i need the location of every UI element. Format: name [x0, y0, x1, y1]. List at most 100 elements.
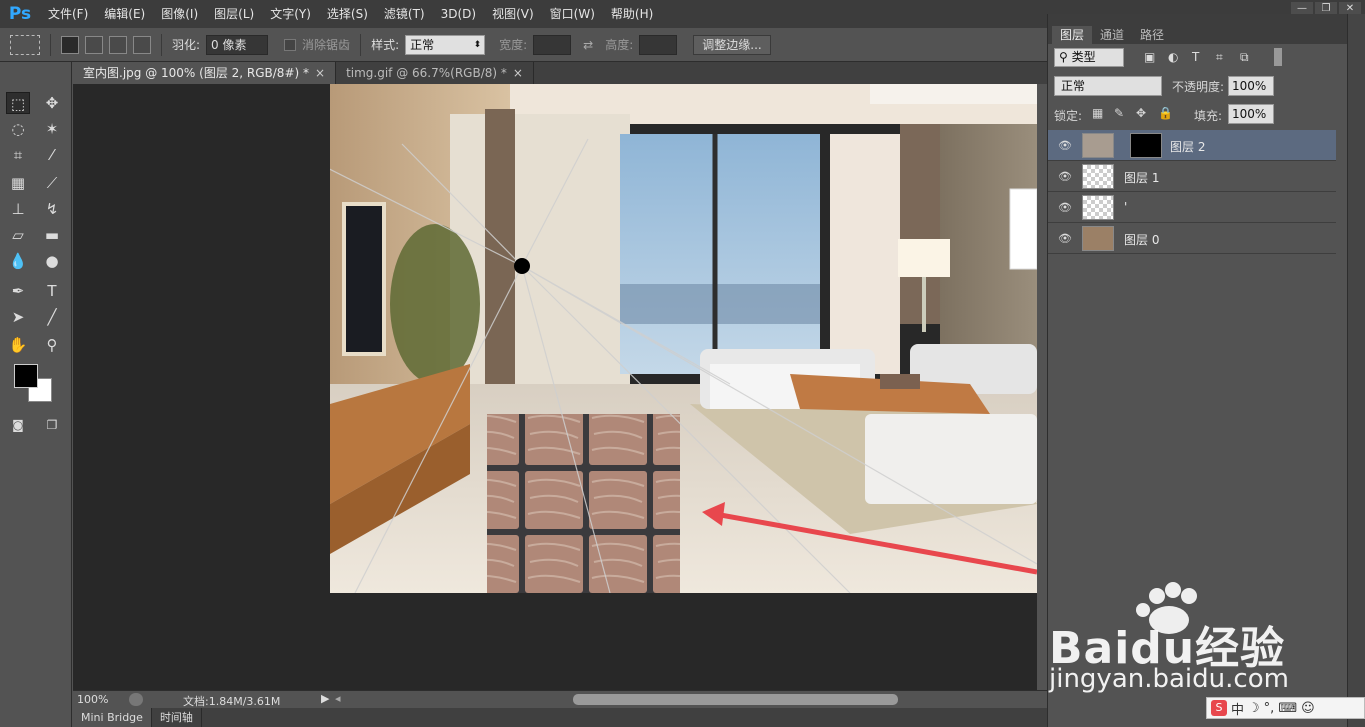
history-brush-tool-icon[interactable]: ↯ [40, 198, 64, 220]
close-icon[interactable]: × [513, 66, 523, 80]
status-menu-arrow-icon[interactable]: ▶ [321, 692, 331, 705]
crop-tool-icon[interactable]: ⌗ [6, 144, 30, 166]
tab-timeline[interactable]: 时间轴 [152, 708, 202, 727]
zoom-tool-icon[interactable]: ⚲ [40, 334, 64, 356]
style-select[interactable]: 正常 ⬍ [405, 34, 486, 55]
layer-row[interactable]: 👁 ' [1048, 192, 1336, 223]
visibility-eye-icon[interactable]: 👁 [1058, 139, 1072, 152]
quick-mask-icon[interactable]: ◙ [6, 414, 30, 436]
tab-layers[interactable]: 图层 [1052, 26, 1093, 44]
type-tool-icon[interactable]: T [40, 280, 64, 302]
layer-mask-thumbnail[interactable] [1130, 133, 1162, 158]
path-selection-tool-icon[interactable]: ➤ [6, 306, 30, 328]
line-tool-icon[interactable]: ╱ [40, 306, 64, 328]
height-label: 高度: [605, 38, 634, 52]
menu-filter[interactable]: 滤镜(T) [376, 0, 433, 28]
visibility-eye-icon[interactable]: 👁 [1058, 170, 1072, 183]
layer-row[interactable]: 👁 图层 0 [1048, 223, 1336, 254]
chevron-updown-icon: ⬍ [473, 39, 482, 50]
antialias-checkbox[interactable] [284, 38, 297, 51]
fill-input[interactable]: 100% [1228, 104, 1274, 124]
magic-wand-tool-icon[interactable]: ✶ [40, 118, 64, 140]
swap-icon[interactable]: ⇄ [583, 38, 593, 52]
blur-tool-icon[interactable]: 💧 [6, 250, 30, 272]
menu-type[interactable]: 文字(Y) [262, 0, 319, 28]
eraser-tool-icon[interactable]: ▱ [6, 224, 30, 246]
layer-name[interactable]: 图层 0 [1124, 231, 1159, 248]
tab-paths[interactable]: 路径 [1132, 26, 1172, 44]
menu-window[interactable]: 窗口(W) [542, 0, 603, 28]
layer-filter-select[interactable]: ⚲ 类型 [1054, 48, 1124, 67]
tab-timg-gif[interactable]: timg.gif @ 66.7%(RGB/8) * × [336, 62, 534, 84]
visibility-eye-icon[interactable]: 👁 [1058, 201, 1072, 214]
tab-interior-image[interactable]: 室内图.jpg @ 100% (图层 2, RGB/8#) * × [73, 62, 337, 84]
marquee-tool-icon[interactable]: ⬚ [6, 92, 30, 114]
filter-shape-icon[interactable]: ⌗ [1216, 50, 1223, 65]
gradient-tool-icon[interactable]: ▬ [40, 224, 64, 246]
pen-tool-icon[interactable]: ✒ [6, 280, 30, 302]
layer-name[interactable]: 图层 1 [1124, 169, 1159, 186]
eyedropper-tool-icon[interactable]: ⁄ [40, 144, 64, 166]
dodge-tool-icon[interactable]: ● [40, 250, 64, 272]
height-input[interactable] [639, 34, 678, 55]
punctuation-icon[interactable]: °, [1264, 701, 1275, 716]
subtract-selection-icon[interactable] [109, 35, 127, 54]
menu-view[interactable]: 视图(V) [484, 0, 542, 28]
brush-tool-icon[interactable]: ⟋ [40, 172, 64, 194]
layer-row[interactable]: 👁 图层 2 [1048, 130, 1336, 161]
marquee-preset-icon[interactable] [10, 34, 40, 55]
intersect-selection-icon[interactable] [133, 35, 151, 54]
layer-name[interactable]: 图层 2 [1170, 138, 1205, 155]
layer-row[interactable]: 👁 图层 1 [1048, 161, 1336, 192]
menu-layer[interactable]: 图层(L) [206, 0, 262, 28]
menu-edit[interactable]: 编辑(E) [96, 0, 153, 28]
sogou-icon[interactable]: S [1211, 700, 1227, 716]
lock-position-icon[interactable]: ✥ [1136, 106, 1146, 120]
filter-type-icon[interactable]: T [1192, 50, 1199, 64]
moon-icon[interactable]: ☽ [1248, 701, 1260, 716]
lock-all-icon[interactable]: 🔒 [1158, 106, 1173, 120]
filter-toggle[interactable] [1274, 48, 1282, 66]
move-tool-icon[interactable]: ✥ [40, 92, 64, 114]
ime-language-label[interactable]: 中 [1231, 699, 1244, 718]
scroll-left-icon[interactable]: ◂ [335, 692, 341, 705]
menu-help[interactable]: 帮助(H) [603, 0, 661, 28]
opacity-input[interactable]: 100% [1228, 76, 1274, 96]
hand-tool-icon[interactable]: ✋ [6, 334, 30, 356]
zoom-level[interactable]: 100% [77, 693, 108, 706]
tab-mini-bridge[interactable]: Mini Bridge [73, 708, 152, 727]
filter-adjustment-icon[interactable]: ◐ [1168, 50, 1178, 64]
filter-value: 类型 [1071, 50, 1096, 64]
add-selection-icon[interactable] [85, 35, 103, 54]
blend-mode-select[interactable]: 正常 [1054, 76, 1162, 96]
menu-image[interactable]: 图像(I) [153, 0, 206, 28]
user-icon[interactable]: ☺ [1301, 701, 1315, 716]
refine-edge-button[interactable]: 调整边缘... [693, 34, 771, 55]
foreground-color-swatch-front[interactable] [14, 364, 38, 388]
layer-name[interactable]: ' [1124, 200, 1127, 214]
menu-file[interactable]: 文件(F) [40, 0, 96, 28]
menu-select[interactable]: 选择(S) [319, 0, 376, 28]
keyboard-icon[interactable]: ⌨ [1278, 701, 1297, 716]
filter-smart-object-icon[interactable]: ⧉ [1240, 50, 1249, 65]
status-info-icon[interactable] [129, 693, 143, 706]
width-input[interactable] [533, 34, 572, 55]
horizontal-scrollbar[interactable] [573, 694, 898, 705]
document-image[interactable] [330, 84, 1037, 593]
feather-input[interactable] [206, 34, 269, 55]
lock-pixels-icon[interactable]: ✎ [1114, 106, 1124, 120]
layers-panel-tabs: 图层 通道 路径 [1048, 14, 1347, 44]
visibility-eye-icon[interactable]: 👁 [1058, 232, 1072, 245]
filter-pixel-icon[interactable]: ▣ [1144, 50, 1155, 64]
lock-transparent-icon[interactable]: ▦ [1092, 106, 1103, 120]
new-selection-icon[interactable] [61, 35, 79, 54]
menu-3d[interactable]: 3D(D) [433, 0, 484, 28]
screen-mode-icon[interactable]: ❐ [40, 414, 64, 436]
close-icon[interactable]: × [315, 66, 325, 80]
tab-label: 室内图.jpg @ 100% (图层 2, RGB/8#) * [83, 66, 309, 80]
tab-channels[interactable]: 通道 [1092, 26, 1132, 44]
stamp-tool-icon[interactable]: ⊥ [6, 198, 30, 220]
lasso-tool-icon[interactable]: ◌ [6, 118, 30, 140]
healing-tool-icon[interactable]: ▦ [6, 172, 30, 194]
style-select-value: 正常 [410, 37, 435, 52]
